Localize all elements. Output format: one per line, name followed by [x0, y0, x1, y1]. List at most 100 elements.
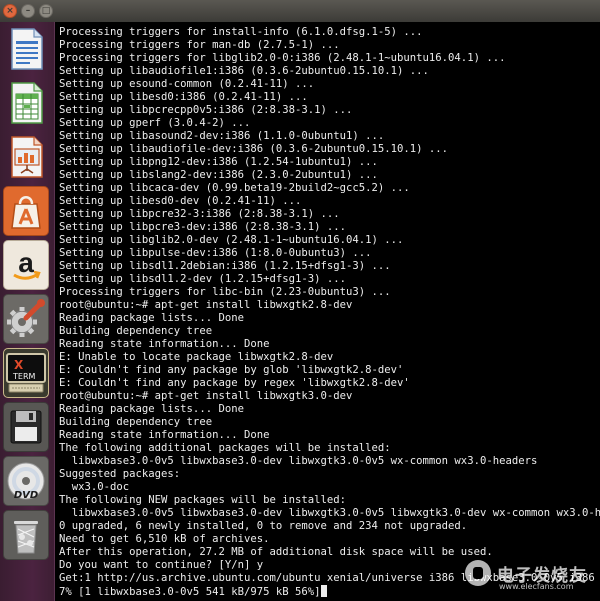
terminal-line-text: The following NEW packages will be insta…	[59, 494, 347, 506]
terminal-line: Building dependency tree	[59, 325, 600, 338]
terminal-line: Setting up gperf (3.0.4-2) ...	[59, 117, 600, 130]
terminal-line: Reading state information... Done	[59, 338, 600, 351]
launcher-item-system-settings[interactable]	[3, 294, 49, 344]
terminal-line-text: E: Unable to locate package libwxgtk2.8-…	[59, 351, 334, 363]
terminal-line: Setting up libaudiofile-dev:i386 (0.3.6-…	[59, 143, 600, 156]
terminal-line: Processing triggers for man-db (2.7.5-1)…	[59, 39, 600, 52]
terminal-line-text: libwxbase3.0-0v5 libwxbase3.0-dev libwxg…	[59, 507, 600, 519]
terminal-line-text: Setting up libpcrecpp0v5:i386 (2:8.38-3.…	[59, 104, 353, 116]
terminal-line: Setting up libesd0:i386 (0.2.41-11) ...	[59, 91, 600, 104]
terminal-line: Processing triggers for libglib2.0-0:i38…	[59, 52, 600, 65]
terminal-line-text: root@ubuntu:~# apt-get install libwxgtk2…	[59, 299, 353, 311]
minimize-window-button[interactable]: –	[21, 4, 35, 18]
writer-document-icon	[11, 28, 43, 70]
launcher-item-software-center[interactable]	[3, 186, 49, 236]
launcher-item-floppy[interactable]	[3, 402, 49, 452]
launcher: a X TERM DVD	[0, 22, 55, 601]
elecfans-logo-icon	[465, 560, 491, 586]
terminal-line: E: Couldn't find any package by regex 'l…	[59, 377, 600, 390]
watermark-site: www.elecfans.com	[499, 582, 574, 591]
watermark: 电子发烧友 www.elecfans.com	[465, 548, 600, 598]
launcher-item-calc[interactable]	[3, 78, 49, 128]
impress-presentation-icon	[11, 136, 43, 178]
terminal-line-text: Building dependency tree	[59, 325, 213, 337]
terminal-line-text: wx3.0-doc	[59, 481, 130, 493]
terminal-line-text: Setting up libglib2.0-dev (2.48.1-1~ubun…	[59, 234, 404, 246]
terminal-line-text: Setting up libslang2-dev:i386 (2.3.0-2ub…	[59, 169, 378, 181]
terminal-output-area[interactable]: Processing triggers for install-info (6.…	[55, 22, 600, 601]
terminal-line: The following NEW packages will be insta…	[59, 494, 600, 507]
software-center-icon	[11, 196, 41, 229]
terminal-line: Setting up libpcre32-3:i386 (2:8.38-3.1)…	[59, 208, 600, 221]
terminal-line: 0 upgraded, 6 newly installed, 0 to remo…	[59, 520, 600, 533]
terminal-line-text: Setting up libpulse-dev:i386 (1:8.0-0ubu…	[59, 247, 372, 259]
terminal-line-text: Setting up libsdl1.2debian:i386 (1.2.15+…	[59, 260, 391, 272]
terminal-line-text: root@ubuntu:~# apt-get install libwxgtk3…	[59, 390, 353, 402]
terminal-line: Setting up libpulse-dev:i386 (1:8.0-0ubu…	[59, 247, 600, 260]
launcher-item-impress[interactable]	[3, 132, 49, 182]
terminal-line: Setting up libasound2-dev:i386 (1.1.0-0u…	[59, 130, 600, 143]
terminal-line: Reading package lists... Done	[59, 403, 600, 416]
terminal-line: Reading state information... Done	[59, 429, 600, 442]
trash-icon	[14, 521, 38, 554]
terminal-line-text: Setting up libaudiofile1:i386 (0.3.6-2ub…	[59, 65, 429, 77]
close-window-button[interactable]: ×	[3, 4, 17, 18]
terminal-line: Setting up esound-common (0.2.41-11) ...	[59, 78, 600, 91]
terminal-line: Setting up libpcre3-dev:i386 (2:8.38-3.1…	[59, 221, 600, 234]
terminal-line: wx3.0-doc	[59, 481, 600, 494]
terminal-line-text: Setting up esound-common (0.2.41-11) ...	[59, 78, 315, 90]
svg-text:X: X	[14, 358, 24, 372]
terminal-line: root@ubuntu:~# apt-get install libwxgtk2…	[59, 299, 600, 312]
terminal-line: Building dependency tree	[59, 416, 600, 429]
terminal-line: Setting up libesd0-dev (0.2.41-11) ...	[59, 195, 600, 208]
terminal-line-text: Processing triggers for man-db (2.7.5-1)…	[59, 39, 340, 51]
terminal-line-text: E: Couldn't find any package by regex 'l…	[59, 377, 410, 389]
terminal-line: root@ubuntu:~# apt-get install libwxgtk3…	[59, 390, 600, 403]
terminal-line: Setting up libsdl1.2debian:i386 (1.2.15+…	[59, 260, 600, 273]
dvd-icon: DVD	[7, 462, 45, 501]
launcher-item-xterm[interactable]: X TERM	[3, 348, 49, 398]
launcher-item-trash[interactable]	[3, 510, 49, 560]
terminal-line-text: libwxbase3.0-0v5 libwxbase3.0-dev libwxg…	[59, 455, 538, 467]
svg-text:TERM: TERM	[12, 372, 36, 381]
terminal-line: The following additional packages will b…	[59, 442, 600, 455]
terminal-line-text: Processing triggers for libc-bin (2.23-0…	[59, 286, 391, 298]
terminal-line-text: Setting up libesd0:i386 (0.2.41-11) ...	[59, 91, 308, 103]
terminal-line: Setting up libglib2.0-dev (2.48.1-1~ubun…	[59, 234, 600, 247]
terminal-line-text: After this operation, 27.2 MB of additio…	[59, 546, 493, 558]
launcher-item-writer[interactable]	[3, 24, 49, 74]
floppy-disk-icon	[10, 410, 42, 444]
terminal-line-text: Setting up libsdl1.2-dev (1.2.15+dfsg1-3…	[59, 273, 347, 285]
launcher-item-dvd[interactable]: DVD	[3, 456, 49, 506]
terminal-line: libwxbase3.0-0v5 libwxbase3.0-dev libwxg…	[59, 455, 600, 468]
terminal-line: E: Couldn't find any package by glob 'li…	[59, 364, 600, 377]
terminal-line-text: Setting up libaudiofile-dev:i386 (0.3.6-…	[59, 143, 449, 155]
terminal-line-text: E: Couldn't find any package by glob 'li…	[59, 364, 404, 376]
terminal-line: Processing triggers for libc-bin (2.23-0…	[59, 286, 600, 299]
terminal-line: Suggested packages:	[59, 468, 600, 481]
terminal-line: Setting up libaudiofile1:i386 (0.3.6-2ub…	[59, 65, 600, 78]
terminal-line: E: Unable to locate package libwxgtk2.8-…	[59, 351, 600, 364]
terminal-line-text: Reading package lists... Done	[59, 312, 244, 324]
terminal-line: Setting up libslang2-dev:i386 (2.3.0-2ub…	[59, 169, 600, 182]
terminal-line-text: Suggested packages:	[59, 468, 181, 480]
terminal-line-text: Setting up libasound2-dev:i386 (1.1.0-0u…	[59, 130, 385, 142]
terminal-line-text: Setting up libcaca-dev (0.99.beta19-2bui…	[59, 182, 410, 194]
terminal-line-text: Setting up libpcre32-3:i386 (2:8.38-3.1)…	[59, 208, 340, 220]
launcher-item-amazon[interactable]: a	[3, 240, 49, 290]
terminal-line: Processing triggers for install-info (6.…	[59, 26, 600, 39]
terminal-line-text: Reading state information... Done	[59, 338, 270, 350]
terminal-line-text: Setting up libpng12-dev:i386 (1.2.54-1ub…	[59, 156, 378, 168]
amazon-icon: a	[13, 247, 41, 280]
terminal-line-text: Processing triggers for install-info (6.…	[59, 26, 423, 38]
system-settings-icon	[7, 299, 45, 337]
maximize-window-button[interactable]: □	[39, 4, 53, 18]
terminal-line: Setting up libpng12-dev:i386 (1.2.54-1ub…	[59, 156, 600, 169]
terminal-line-text: Need to get 6,510 kB of archives.	[59, 533, 270, 545]
terminal-line: Reading package lists... Done	[59, 312, 600, 325]
terminal-line: Need to get 6,510 kB of archives.	[59, 533, 600, 546]
window-title-bar: × – □	[0, 0, 600, 23]
terminal-line-text: 0 upgraded, 6 newly installed, 0 to remo…	[59, 520, 468, 532]
terminal-cursor	[320, 585, 327, 597]
terminal-line-text: The following additional packages will b…	[59, 442, 391, 454]
